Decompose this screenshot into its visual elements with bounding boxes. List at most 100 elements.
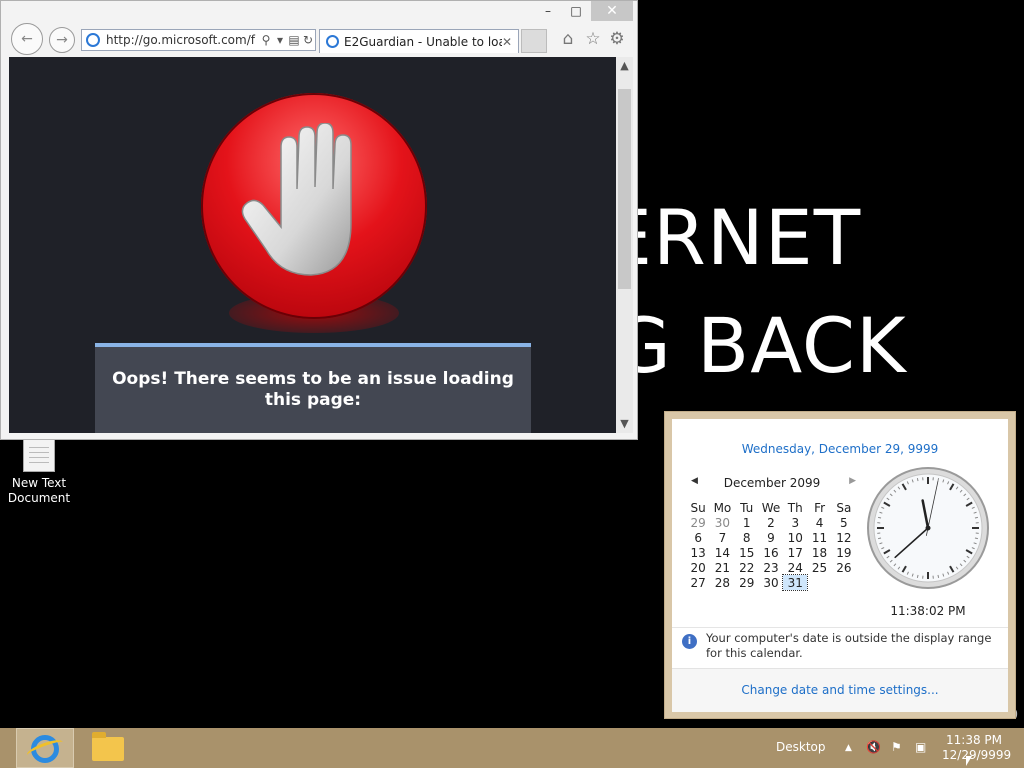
- tray-time: 11:38 PM: [946, 733, 1002, 747]
- scroll-down-icon[interactable]: ▼: [616, 415, 633, 433]
- maximize-button[interactable]: □: [561, 1, 591, 21]
- next-month-icon[interactable]: ▶: [849, 476, 856, 486]
- calendar-day[interactable]: 28: [710, 575, 734, 590]
- speaker-muted-icon[interactable]: 🔇: [866, 740, 881, 754]
- taskbar-ie-button[interactable]: [16, 728, 74, 768]
- calendar-day[interactable]: 12: [832, 530, 856, 545]
- weekday-header: Su: [690, 500, 706, 515]
- close-tab-icon[interactable]: ✕: [502, 35, 518, 49]
- weekday-header: Mo: [713, 500, 732, 515]
- wallpaper-text-line1: ERNET: [604, 193, 862, 282]
- calendar-day[interactable]: 24: [783, 560, 807, 575]
- calendar-day[interactable]: 5: [832, 515, 856, 530]
- action-center-flag-icon[interactable]: ⚑: [891, 740, 902, 754]
- address-bar[interactable]: http://go.microsoft.com/f ⚲ ▾ ▤ ↻: [81, 29, 316, 51]
- show-hidden-icons-icon[interactable]: ▲: [845, 743, 852, 753]
- calendar-day[interactable]: 20: [686, 560, 710, 575]
- flyout-footer: Change date and time settings...: [672, 668, 1008, 712]
- calendar-day[interactable]: 30: [759, 575, 783, 590]
- scroll-up-icon[interactable]: ▲: [616, 57, 633, 75]
- favorites-icon[interactable]: ☆: [583, 29, 603, 49]
- compat-icon[interactable]: ▤: [287, 33, 301, 47]
- calendar-day[interactable]: 29: [735, 575, 759, 590]
- back-button[interactable]: ←: [11, 23, 43, 55]
- calendar-day[interactable]: 9: [759, 530, 783, 545]
- calendar-day[interactable]: 6: [686, 530, 710, 545]
- dropdown-icon[interactable]: ▾: [273, 33, 287, 47]
- address-url[interactable]: http://go.microsoft.com/f: [106, 33, 259, 47]
- date-time-flyout: Wednesday, December 29, 9999 ◀ December …: [664, 411, 1016, 719]
- calendar-day[interactable]: 3: [783, 515, 807, 530]
- clock-tick: [937, 574, 940, 578]
- clock-tick: [937, 478, 940, 482]
- tray-date: 12/29/9999: [942, 748, 1012, 762]
- calendar-day[interactable]: 26: [832, 560, 856, 575]
- clock-tick: [878, 537, 882, 540]
- calendar-day[interactable]: 30: [710, 515, 734, 530]
- change-date-time-link[interactable]: Change date and time settings...: [672, 683, 1008, 697]
- browser-window: – □ ✕ ← → http://go.microsoft.com/f ⚲ ▾ …: [0, 0, 638, 440]
- search-icon[interactable]: ⚲: [259, 33, 273, 47]
- clock-tick: [916, 478, 919, 482]
- calendar-day[interactable]: 25: [807, 560, 831, 575]
- home-icon[interactable]: ⌂: [558, 29, 578, 49]
- desktop-toolbar-label[interactable]: Desktop: [776, 740, 826, 754]
- tab-favicon: [326, 35, 339, 48]
- clock-tick: [974, 516, 978, 519]
- analog-clock: [867, 467, 989, 589]
- network-icon[interactable]: ▣: [915, 740, 926, 754]
- calendar-day[interactable]: 22: [735, 560, 759, 575]
- calendar-day[interactable]: 21: [710, 560, 734, 575]
- calendar-day[interactable]: 19: [832, 545, 856, 560]
- text-document-icon: [23, 438, 55, 472]
- calendar-day[interactable]: 1: [735, 515, 759, 530]
- calendar-day[interactable]: 18: [807, 545, 831, 560]
- calendar-day[interactable]: 4: [807, 515, 831, 530]
- page-viewport: Oops! There seems to be an issue loading…: [9, 57, 616, 433]
- long-date-link[interactable]: Wednesday, December 29, 9999: [672, 442, 1008, 456]
- calendar-day[interactable]: 16: [759, 545, 783, 560]
- calendar-day[interactable]: 2: [759, 515, 783, 530]
- tab-e2guardian[interactable]: E2Guardian - Unable to loa... ✕: [319, 29, 519, 53]
- weekday-header: Th: [787, 500, 803, 515]
- new-tab-button[interactable]: [521, 29, 547, 53]
- calendar-day[interactable]: 23: [759, 560, 783, 575]
- close-button[interactable]: ✕: [591, 1, 633, 21]
- scroll-thumb[interactable]: [618, 89, 631, 289]
- error-card: Oops! There seems to be an issue loading…: [95, 343, 531, 433]
- vertical-scrollbar[interactable]: ▲ ▼: [616, 57, 633, 433]
- calendar-day[interactable]: 8: [735, 530, 759, 545]
- calendar-day[interactable]: 17: [783, 545, 807, 560]
- weekday-header: Tu: [740, 500, 754, 515]
- clock-tick: [974, 537, 978, 540]
- tray-clock[interactable]: 11:38 PM 12/29/9999: [938, 730, 1012, 766]
- weekday-header: We: [761, 500, 781, 515]
- calendar-day[interactable]: 7: [710, 530, 734, 545]
- calendar-day[interactable]: 29: [686, 515, 710, 530]
- refresh-icon[interactable]: ↻: [301, 33, 315, 47]
- calendar-day[interactable]: 13: [686, 545, 710, 560]
- calendar-day[interactable]: 11: [807, 530, 831, 545]
- clock-center: [925, 525, 931, 531]
- clock-time: 11:38:02 PM: [890, 604, 966, 618]
- stop-hand-icon: [241, 123, 352, 276]
- minimize-button[interactable]: –: [533, 1, 563, 21]
- ie-page-icon: [86, 33, 100, 47]
- desktop-icon-label: New Text Document: [7, 476, 71, 505]
- calendar-grid: Su Mo Tu We Th Fr Sa 29 30 1 2 3 4 5 6 7 8 9 10 11 12 13 14 15 1…: [686, 500, 856, 591]
- month-title[interactable]: December 2099: [688, 476, 856, 490]
- forward-button[interactable]: →: [49, 27, 75, 53]
- taskbar-file-explorer-button[interactable]: [84, 728, 134, 768]
- gear-icon[interactable]: ⚙: [607, 29, 627, 49]
- desktop-icon-new-text-document[interactable]: New Text Document: [4, 438, 74, 506]
- calendar-day[interactable]: 10: [783, 530, 807, 545]
- forward-icon: →: [56, 32, 68, 48]
- calendar-day[interactable]: 27: [686, 575, 710, 590]
- mouse-cursor-icon: [966, 756, 972, 766]
- calendar-day[interactable]: 15: [735, 545, 759, 560]
- calendar-day: [832, 575, 856, 590]
- weekday-header: Sa: [836, 500, 852, 515]
- calendar-day[interactable]: 14: [710, 545, 734, 560]
- error-message: Oops! There seems to be an issue loading…: [112, 369, 514, 410]
- calendar-day[interactable]: 31: [782, 574, 809, 591]
